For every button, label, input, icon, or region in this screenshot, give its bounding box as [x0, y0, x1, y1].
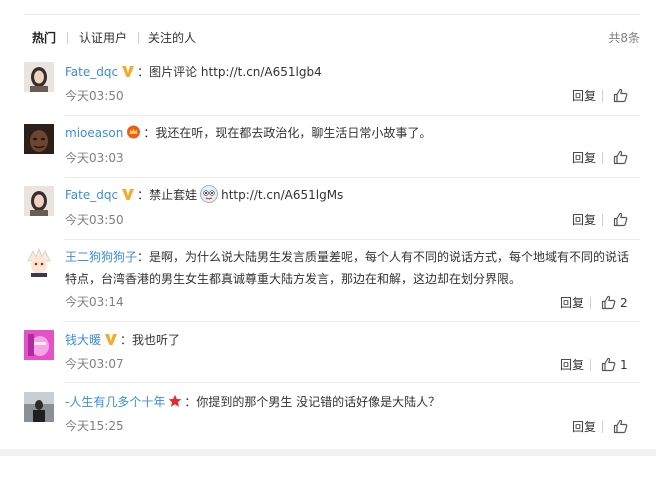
comment-time: 今天03:07	[65, 357, 124, 371]
action-separator	[590, 359, 591, 371]
like-count: 1	[620, 358, 628, 372]
member-crown-icon	[126, 124, 141, 146]
avatar[interactable]	[24, 62, 54, 92]
comment-link[interactable]: http://t.cn/A651lgMs	[221, 188, 343, 202]
comment-time: 今天03:03	[65, 151, 124, 165]
comment-time: 今天15:25	[65, 419, 124, 433]
reply-button[interactable]: 回复	[572, 212, 596, 228]
like-icon[interactable]	[601, 357, 616, 373]
comment-actions: 回复	[572, 419, 630, 437]
avatar[interactable]	[24, 392, 54, 422]
comment-actions: 回复	[572, 212, 630, 230]
comment-actions: 回复	[572, 88, 630, 106]
comment-actions: 回复 2	[560, 295, 630, 313]
action-separator	[602, 214, 603, 226]
reply-button[interactable]: 回复	[572, 419, 596, 435]
comment-time: 今天03:50	[65, 213, 124, 227]
verified-badge-icon	[121, 186, 135, 208]
tab-separator	[138, 32, 139, 44]
comment-text: 我也听了	[132, 333, 181, 347]
comment-divider	[64, 177, 640, 178]
comments-panel: 热门 认证用户 关注的人 共8条 Fate_dqc ：图片评论 http://t.…	[0, 0, 656, 449]
comment-actions: 回复 1	[560, 357, 630, 375]
comment-time: 今天03:50	[65, 89, 124, 103]
comment-content: -人生有几多个十年 ：你提到的那个男生 没记错的话好像是大陆人？	[65, 391, 636, 415]
comment-text: 图片评论 http://t.cn/A651lgb4	[149, 65, 322, 79]
like-icon[interactable]	[601, 295, 616, 311]
avatar[interactable]	[24, 124, 54, 154]
comment-divider	[64, 382, 640, 383]
comment-content: 王二狗狗狗子：是啊，为什么说大陆男生发言质量差呢，每个人有不同的说话方式，每个地…	[65, 250, 630, 286]
action-separator	[590, 297, 591, 309]
comment-divider	[64, 115, 640, 116]
like-icon[interactable]	[613, 212, 628, 228]
like-icon[interactable]	[613, 150, 628, 166]
like-icon[interactable]	[613, 88, 628, 104]
comment-actions: 回复	[572, 150, 630, 168]
comment-content: Fate_dqc ：图片评论 http://t.cn/A651lgb4	[65, 61, 636, 85]
tab-following[interactable]: 关注的人	[148, 30, 196, 46]
emoji-sticker-icon	[200, 185, 219, 210]
reply-button[interactable]: 回复	[560, 295, 584, 311]
comment-text: 你提到的那个男生 没记错的话好像是大陆人？	[196, 395, 441, 409]
avatar[interactable]	[24, 330, 54, 360]
comment-username[interactable]: 钱大暖	[65, 333, 101, 347]
next-section-edge	[0, 456, 656, 477]
comment-content: Fate_dqc ：禁止套娃 http://t.cn/A651lgMs	[65, 184, 636, 210]
comment-content: mioeason ：我还在听，现在都去政治化，聊生活日常小故事了。	[65, 122, 636, 146]
like-icon[interactable]	[613, 419, 628, 435]
comment-username[interactable]: Fate_dqc	[65, 65, 118, 79]
action-separator	[602, 90, 603, 102]
tab-separator	[67, 32, 68, 44]
comment-text: 禁止套娃	[149, 188, 198, 202]
comment-time: 今天03:14	[65, 295, 124, 309]
comment-text: 我还在听，现在都去政治化，聊生活日常小故事了。	[155, 126, 432, 140]
avatar[interactable]	[24, 186, 54, 216]
like-count: 2	[620, 296, 628, 310]
star-badge-icon	[168, 393, 182, 415]
top-divider	[24, 14, 640, 15]
comment-username[interactable]: Fate_dqc	[65, 188, 118, 202]
action-separator	[602, 421, 603, 433]
comment-username[interactable]: 王二狗狗狗子	[65, 250, 137, 264]
comment-username[interactable]: mioeason	[65, 126, 123, 140]
comment-total-count: 共8条	[608, 31, 640, 45]
comment-filter-tabs: 热门 认证用户 关注的人 共8条	[0, 22, 656, 52]
avatar[interactable]	[24, 247, 54, 277]
comment-text: 是啊，为什么说大陆男生发言质量差呢，每个人有不同的说话方式，每个地域有不同的说话…	[65, 250, 630, 286]
comment-content: 钱大暖 ：我也听了	[65, 329, 636, 353]
reply-button[interactable]: 回复	[572, 88, 596, 104]
verified-badge-icon	[121, 63, 135, 85]
action-separator	[602, 152, 603, 164]
reply-button[interactable]: 回复	[560, 357, 584, 373]
tab-verified-users[interactable]: 认证用户	[79, 30, 127, 46]
comment-username[interactable]: -人生有几多个十年	[65, 395, 165, 409]
reply-button[interactable]: 回复	[572, 150, 596, 166]
verified-badge-icon	[104, 331, 118, 353]
tab-hot[interactable]: 热门	[32, 30, 56, 46]
comment-divider	[64, 321, 640, 322]
comment-divider	[64, 239, 640, 240]
